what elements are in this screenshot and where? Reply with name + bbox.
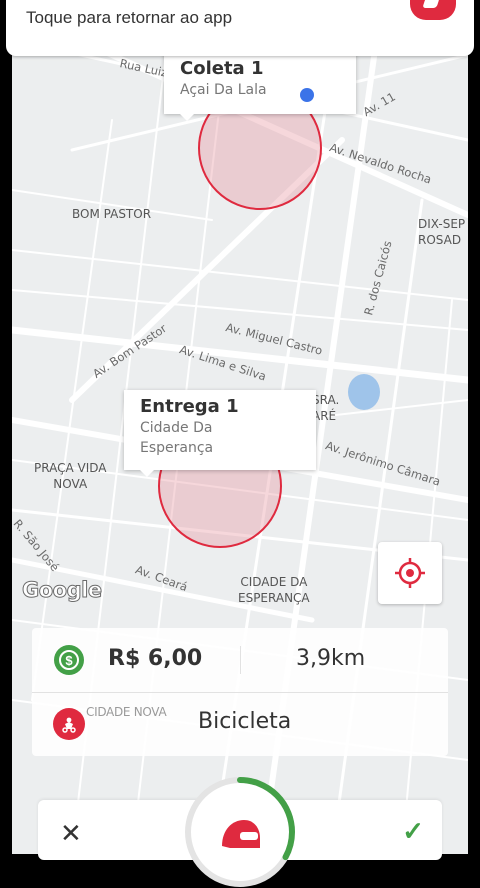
dropoff-subtitle-line2: Esperança [140, 440, 214, 456]
delivery-distance: 3,9km [296, 646, 366, 671]
bicycle-icon [53, 708, 85, 740]
crosshair-icon [395, 558, 425, 588]
neighborhood-label: DIX-SEP ROSAD [418, 217, 466, 247]
ghost-map-label: CIDADE NOVA [86, 705, 167, 719]
divider [32, 692, 448, 693]
delivery-price: R$ 6,00 [108, 646, 203, 671]
pickup-subtitle: Açai Da Lala [180, 82, 267, 98]
dropoff-callout[interactable]: Entrega 1 Cidade Da Esperança [124, 390, 316, 477]
money-icon: $ [54, 645, 84, 675]
delivery-info-card: $ R$ 6,00 3,9km CIDADE NOVA Bicicleta [32, 628, 448, 756]
accept-button[interactable]: ✓ [402, 816, 424, 847]
neighborhood-label: PRAÇA VIDA NOVA [34, 461, 107, 491]
price-distance-row: $ R$ 6,00 3,9km [32, 628, 448, 692]
neighborhood-label: BOM PASTOR [72, 207, 152, 221]
vehicle-type: Bicicleta [198, 709, 292, 734]
vehicle-row: CIDADE NOVA Bicicleta [32, 694, 448, 756]
current-location-dot [300, 88, 314, 102]
neighborhood-label: SRA. ARÉ [312, 393, 340, 423]
divider [240, 646, 241, 674]
notification-text: Toque para retornar ao app [26, 8, 233, 27]
dropoff-title: Entrega 1 [140, 396, 239, 417]
accept-order-bar: ✕ ✓ [38, 777, 442, 887]
return-to-app-notification[interactable]: Toque para retornar ao app [6, 0, 474, 56]
lake [348, 374, 380, 410]
google-logo: Google [22, 578, 103, 603]
dropoff-subtitle-line1: Cidade Da [140, 420, 213, 436]
reject-button[interactable]: ✕ [60, 818, 82, 849]
neighborhood-label: CIDADE DA ESPERANÇA [238, 575, 310, 605]
accept-timer-ring[interactable] [184, 776, 296, 888]
app-logo-icon [410, 0, 456, 20]
pickup-callout[interactable]: Coleta 1 Açai Da Lala [164, 52, 356, 121]
pickup-title: Coleta 1 [180, 58, 264, 79]
locate-button[interactable] [378, 542, 442, 604]
